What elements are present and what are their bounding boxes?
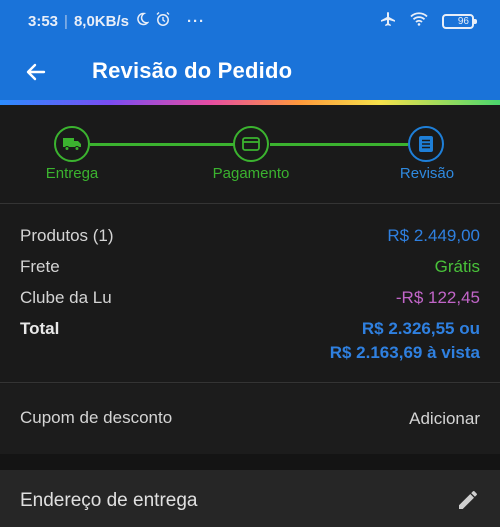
shipping-value: Grátis bbox=[434, 257, 480, 276]
edit-address-button[interactable] bbox=[454, 486, 482, 514]
step-connector bbox=[90, 143, 234, 146]
page-title: Revisão do Pedido bbox=[92, 58, 293, 83]
club-discount-value: -R$ 122,45 bbox=[395, 288, 480, 307]
card-icon bbox=[242, 137, 260, 151]
status-right: 96 bbox=[380, 11, 477, 31]
add-coupon-button[interactable]: Adicionar bbox=[409, 409, 480, 429]
battery-icon: 96 bbox=[442, 13, 477, 29]
coupon-row: Cupom de desconto Adicionar bbox=[0, 384, 500, 454]
status-bar: 3:53 | 8,0KB/s ··· 96 bbox=[0, 0, 500, 42]
step-pagamento[interactable] bbox=[233, 126, 269, 162]
truck-icon bbox=[63, 138, 81, 151]
step-label-entrega: Entrega bbox=[45, 165, 99, 182]
address-label: Endereço de entrega bbox=[20, 490, 198, 511]
network-speed: 8,0KB/s bbox=[73, 12, 129, 30]
step-entrega[interactable] bbox=[54, 126, 90, 162]
club-label: Clube da Lu bbox=[20, 288, 112, 307]
pencil-icon bbox=[459, 491, 477, 509]
total-label: Total bbox=[20, 319, 60, 338]
app-bar: Revisão do Pedido bbox=[0, 42, 500, 102]
more-notifications-icon: ··· bbox=[186, 12, 205, 30]
step-label-pagamento: Pagamento bbox=[212, 165, 290, 182]
arrow-left-icon bbox=[26, 63, 46, 81]
products-label: Produtos (1) bbox=[20, 226, 114, 245]
moon-icon bbox=[135, 12, 150, 30]
shipping-label: Frete bbox=[20, 257, 60, 276]
products-value: R$ 2.449,00 bbox=[387, 226, 480, 245]
alarm-icon bbox=[155, 11, 171, 31]
step-revisao[interactable] bbox=[408, 126, 444, 162]
delivery-address-section: Endereço de entrega bbox=[0, 470, 500, 527]
section-gap bbox=[0, 454, 500, 470]
coupon-label: Cupom de desconto bbox=[20, 408, 173, 427]
status-separator: | bbox=[64, 12, 68, 30]
total-cash-value: R$ 2.163,69 à vista bbox=[329, 343, 480, 362]
total-value: R$ 2.326,55 ou R$ 2.163,69 à vista bbox=[330, 317, 480, 365]
receipt-icon bbox=[419, 136, 433, 152]
order-summary: Produtos (1) R$ 2.449,00 Frete Grátis Cl… bbox=[0, 206, 500, 382]
step-label-revisao: Revisão bbox=[399, 165, 455, 182]
status-time: 3:53 bbox=[28, 12, 59, 30]
checkout-stepper: Entrega Pagamento Revisão bbox=[0, 105, 500, 203]
total-installment-value: R$ 2.326,55 ou bbox=[361, 319, 480, 338]
step-connector bbox=[270, 143, 408, 146]
divider bbox=[0, 382, 500, 383]
divider bbox=[0, 203, 500, 204]
wifi-icon bbox=[410, 12, 428, 30]
back-button[interactable] bbox=[18, 54, 54, 90]
status-left: 3:53 | 8,0KB/s ··· bbox=[28, 11, 205, 31]
airplane-icon bbox=[380, 11, 396, 31]
